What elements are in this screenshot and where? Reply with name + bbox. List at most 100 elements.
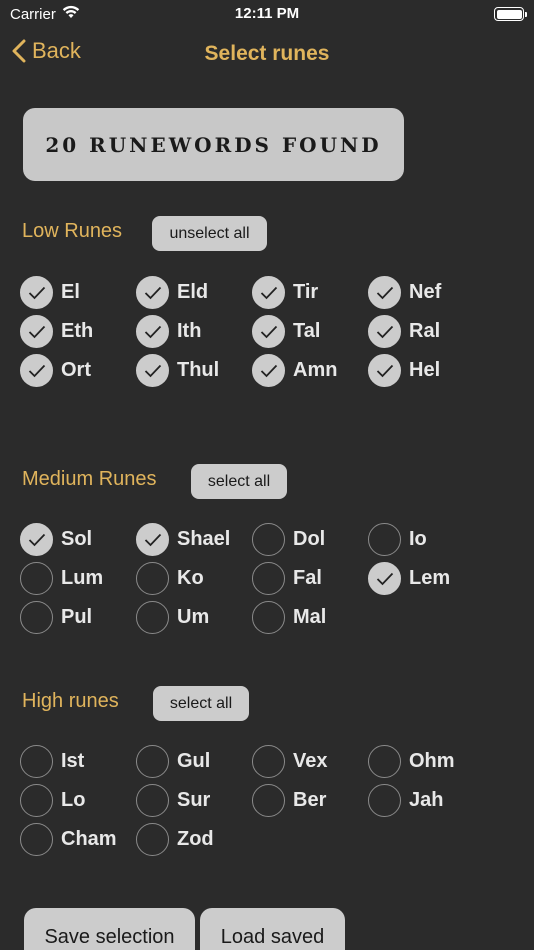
rune-checkbox-tir[interactable]: Tir [252,276,368,309]
unchecked-circle-icon [368,523,401,556]
high-runes-title: High runes [22,690,119,712]
rune-label: Ist [61,750,85,772]
rune-checkbox-ber[interactable]: Ber [252,784,368,817]
rune-label: Hel [409,359,441,381]
battery-level [496,9,522,19]
rune-checkbox-mal[interactable]: Mal [252,601,368,634]
rune-checkbox-ist[interactable]: Ist [20,745,136,778]
rune-label: Nef [409,281,442,303]
navigation-bar: Back Select runes [0,28,534,80]
checkmark-icon [260,286,277,299]
rune-label: Tir [293,281,319,303]
rune-checkbox-cham[interactable]: Cham [20,823,136,856]
checkmark-icon [376,572,393,585]
unchecked-circle-icon [252,745,285,778]
unchecked-circle-icon [136,562,169,595]
rune-checkbox-ith[interactable]: Ith [136,315,252,348]
checkmark-icon [144,364,161,377]
rune-label: Ral [409,320,441,342]
checkmark-icon [144,286,161,299]
rune-label: Gul [177,750,211,772]
select-all-high-button[interactable]: select all [153,686,249,721]
checkmark-icon [28,533,45,546]
rune-label: Ber [293,789,327,811]
rune-checkbox-ral[interactable]: Ral [368,315,484,348]
rune-checkbox-gul[interactable]: Gul [136,745,252,778]
rune-checkbox-amn[interactable]: Amn [252,354,368,387]
rune-checkbox-tal[interactable]: Tal [252,315,368,348]
rune-checkbox-el[interactable]: El [20,276,136,309]
rune-checkbox-ohm[interactable]: Ohm [368,745,484,778]
medium-runes-grid: Sol Shael Dol Io Lum Ko Fal Lem Pul Um Mal [20,523,500,634]
rune-label: Lo [61,789,86,811]
rune-checkbox-eth[interactable]: Eth [20,315,136,348]
rune-checkbox-thul[interactable]: Thul [136,354,252,387]
rune-checkbox-lem[interactable]: Lem [368,562,484,595]
unchecked-circle-icon [368,784,401,817]
rune-label: Io [409,528,427,550]
checked-circle-icon [136,354,169,387]
rune-label: Um [177,606,210,628]
unchecked-circle-icon [20,823,53,856]
rune-label: Pul [61,606,93,628]
unchecked-circle-icon [20,745,53,778]
unchecked-circle-icon [136,784,169,817]
checkmark-icon [144,533,161,546]
rune-checkbox-pul[interactable]: Pul [20,601,136,634]
rune-label: Lum [61,567,104,589]
rune-label: Ohm [409,750,455,772]
page-title: Select runes [204,42,330,65]
rune-checkbox-sol[interactable]: Sol [20,523,136,556]
rune-label: Shael [177,528,231,550]
rune-label: Eld [177,281,209,303]
checkmark-icon [376,325,393,338]
status-bar: Carrier 12:11 PM [0,0,534,28]
checked-circle-icon [252,315,285,348]
rune-label: Vex [293,750,328,772]
select-all-medium-button[interactable]: select all [191,464,287,499]
rune-checkbox-um[interactable]: Um [136,601,252,634]
rune-checkbox-lo[interactable]: Lo [20,784,136,817]
rune-checkbox-ko[interactable]: Ko [136,562,252,595]
runewords-found-button[interactable]: 20 RUNEWORDS FOUND [23,108,404,181]
checkmark-icon [28,364,45,377]
rune-label: Dol [293,528,326,550]
rune-checkbox-sur[interactable]: Sur [136,784,252,817]
rune-checkbox-lum[interactable]: Lum [20,562,136,595]
medium-runes-title: Medium Runes [22,468,157,490]
rune-checkbox-eld[interactable]: Eld [136,276,252,309]
unchecked-circle-icon [252,562,285,595]
save-selection-button[interactable]: Save selection [24,908,195,950]
checked-circle-icon [136,276,169,309]
unchecked-circle-icon [20,784,53,817]
load-saved-button[interactable]: Load saved [200,908,345,950]
unchecked-circle-icon [252,601,285,634]
rune-checkbox-shael[interactable]: Shael [136,523,252,556]
rune-checkbox-dol[interactable]: Dol [252,523,368,556]
checkmark-icon [260,364,277,377]
rune-checkbox-ort[interactable]: Ort [20,354,136,387]
rune-label: Amn [293,359,338,381]
checked-circle-icon [136,315,169,348]
checkmark-icon [28,286,45,299]
rune-checkbox-io[interactable]: Io [368,523,484,556]
rune-checkbox-fal[interactable]: Fal [252,562,368,595]
rune-label: Eth [61,320,94,342]
rune-checkbox-zod[interactable]: Zod [136,823,252,856]
rune-checkbox-vex[interactable]: Vex [252,745,368,778]
rune-checkbox-nef[interactable]: Nef [368,276,484,309]
checked-circle-icon [368,276,401,309]
checked-circle-icon [136,523,169,556]
unchecked-circle-icon [136,823,169,856]
checkmark-icon [376,364,393,377]
rune-checkbox-jah[interactable]: Jah [368,784,484,817]
checked-circle-icon [252,276,285,309]
unchecked-circle-icon [252,523,285,556]
checked-circle-icon [368,562,401,595]
rune-checkbox-hel[interactable]: Hel [368,354,484,387]
unselect-all-low-button[interactable]: unselect all [152,216,267,251]
rune-label: Cham [61,828,117,850]
battery-icon [494,7,527,21]
checked-circle-icon [368,315,401,348]
rune-label: Jah [409,789,444,811]
